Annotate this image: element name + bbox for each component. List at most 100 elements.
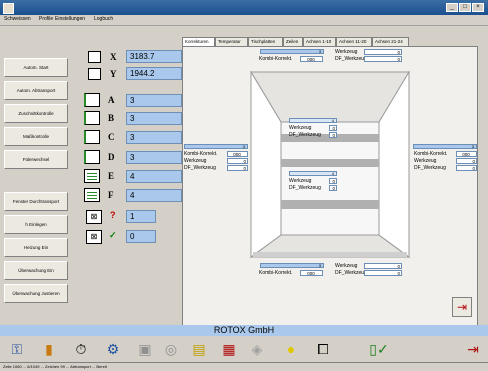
axis-d-indicator[interactable] <box>84 150 100 164</box>
menu-schweissen[interactable]: Schweissen <box>4 16 31 22</box>
fenster-durchtransport-button[interactable]: Fenster Durchtransport <box>4 192 68 211</box>
key-icon[interactable]: ⚿ <box>8 340 26 358</box>
right-df-label: DF_Werkzeug <box>414 165 446 171</box>
menu-profile[interactable]: Profile <box>39 16 53 22</box>
axis-b-label: B <box>108 113 115 123</box>
error-count-value: 1 <box>126 210 156 223</box>
axis-x-label: X <box>110 52 117 62</box>
center-bottom-df-value[interactable]: 0 <box>329 185 337 191</box>
axis-y-label: Y <box>110 69 117 79</box>
checklist-icon[interactable]: ▯✓ <box>368 340 390 358</box>
disk-icon[interactable]: ◎ <box>162 340 180 358</box>
ueberwachung-justieren-button[interactable]: Überwachung Justieren <box>4 284 68 303</box>
company-banner: ROTOX GmbH <box>0 325 488 336</box>
tab-temperatur[interactable]: Temperatur <box>215 37 248 46</box>
app-icon <box>3 3 14 14</box>
center-bottom-bar: 4 <box>289 171 337 176</box>
axis-e-label: E <box>108 171 115 181</box>
axis-e-value: 4 <box>126 170 182 183</box>
exit-door-icon[interactable]: ⇥ <box>452 297 472 317</box>
top-df-label: DF_Werkzeug <box>335 56 367 62</box>
menu-bar: Schweissen Profile Einstellungen Logbuch <box>0 15 488 26</box>
calculator-icon[interactable]: ▤ <box>190 340 208 358</box>
menu-logbuch[interactable]: Logbuch <box>94 16 113 22</box>
frame-icon[interactable]: ⧠ <box>314 340 332 358</box>
cube-icon[interactable]: ▣ <box>136 340 154 358</box>
left-kombi-value[interactable]: 000 <box>227 151 248 157</box>
left-correction-bar: 3 <box>184 144 248 149</box>
center-top-werkzeug-value[interactable]: 0 <box>329 125 337 131</box>
tab-achsen-11-20[interactable]: Achsen 11-20 <box>336 37 372 46</box>
stopwatch-icon[interactable]: ⏱ <box>72 340 90 358</box>
axis-c-value: 3 <box>126 131 182 144</box>
axis-d-label: D <box>108 152 115 162</box>
center-top-df-value[interactable]: 0 <box>329 132 337 138</box>
top-kombi-value[interactable]: 000 <box>300 56 323 62</box>
sidebar: Autom. Start Autom. Abtransport Zuschnit… <box>4 28 68 320</box>
heizung-ein-button[interactable]: Heizung Ein <box>4 238 68 257</box>
ueberwachung-ein-button[interactable]: Überwachung Ein <box>4 261 68 280</box>
axis-x-checkbox[interactable] <box>88 51 101 63</box>
center-bottom-werkzeug-value[interactable]: 0 <box>329 178 337 184</box>
axis-y-checkbox[interactable] <box>88 68 101 80</box>
right-kombi-value[interactable]: 000 <box>456 151 477 157</box>
corrections-panel: 3 Werkzeug 0 Kombi-Korrekt. 000 DF_Werkz… <box>182 46 478 326</box>
left-werkzeug-value[interactable]: 0 <box>227 158 248 164</box>
bottom-kombi-value[interactable]: 000 <box>300 270 323 276</box>
autom-abtransport-button[interactable]: Autom. Abtransport <box>4 81 68 100</box>
tab-zeilen[interactable]: Zeilen <box>283 37 303 46</box>
marker-icon[interactable]: ● <box>282 340 300 358</box>
einlegen-button[interactable]: h Einlegen <box>4 215 68 234</box>
bottom-df-value[interactable]: 0 <box>364 270 402 276</box>
ok-check-icon: ✓ <box>109 230 117 240</box>
chart-icon[interactable]: ▦ <box>220 340 238 358</box>
tool-icon[interactable]: ◈ <box>248 340 266 358</box>
right-werkzeug-value[interactable]: 0 <box>456 158 477 164</box>
top-werkzeug-label: Werkzeug <box>335 49 358 55</box>
tab-tischplatten[interactable]: Tischplatten <box>248 37 283 46</box>
title-bar: _ □ × <box>0 0 488 15</box>
menu-einstellungen[interactable]: Einstellungen <box>55 16 85 22</box>
left-df-value[interactable]: 0 <box>227 165 248 171</box>
minimize-button[interactable]: _ <box>446 3 458 12</box>
top-df-value[interactable]: 0 <box>364 56 402 62</box>
axis-c-label: C <box>108 132 115 142</box>
bottom-df-label: DF_Werkzeug <box>335 270 367 276</box>
left-kombi-label: Kombi-Korrekt. <box>184 151 218 157</box>
bottom-toolbar: ⚿ ▮ ⏱ ⚙ ▣ ◎ ▤ ▦ ◈ ● ⧠ ▯✓ ⇥ <box>0 336 488 362</box>
bottom-werkzeug-value[interactable]: 0 <box>364 263 402 269</box>
axis-a-value: 3 <box>126 94 182 107</box>
autom-start-button[interactable]: Autom. Start <box>4 58 68 77</box>
bottom-werkzeug-label: Werkzeug <box>335 263 358 269</box>
maximize-button[interactable]: □ <box>459 3 471 12</box>
axis-c-indicator[interactable] <box>84 130 100 144</box>
center-top-werkzeug-label: Werkzeug <box>289 125 312 131</box>
center-top-bar: 4 <box>289 118 337 123</box>
axis-a-indicator[interactable] <box>84 93 100 107</box>
center-bottom-werkzeug-label: Werkzeug <box>289 178 312 184</box>
axis-f-value: 4 <box>126 189 182 202</box>
tab-achsen-1-10[interactable]: Achsen 1-10 <box>303 37 336 46</box>
left-werkzeug-label: Werkzeug <box>184 158 207 164</box>
ok-counter-icon[interactable]: ⊠ <box>86 230 102 244</box>
axis-e-indicator[interactable] <box>84 169 100 183</box>
zuschnittkontrolle-button[interactable]: Zuschnittkontrolle <box>4 104 68 123</box>
exit-icon[interactable]: ⇥ <box>464 340 482 358</box>
axis-b-indicator[interactable] <box>84 111 100 125</box>
right-df-value[interactable]: 0 <box>456 165 477 171</box>
top-kombi-label: Kombi-Korrekt. <box>259 56 293 62</box>
axis-d-value: 3 <box>126 151 182 164</box>
fuelerwechsel-button[interactable]: Fülerwechsel <box>4 150 68 169</box>
error-counter-icon[interactable]: ⊠ <box>86 210 102 224</box>
axis-a-label: A <box>108 95 115 105</box>
wizard-icon[interactable]: ⚙ <box>104 340 122 358</box>
top-werkzeug-value[interactable]: 0 <box>364 49 402 55</box>
axis-f-indicator[interactable] <box>84 188 100 202</box>
center-top-df-label: DF_Werkzeug <box>289 132 321 138</box>
error-question-icon: ? <box>110 210 116 220</box>
tab-achsen-21-24[interactable]: Achsen 21-24 <box>372 37 409 46</box>
masskontrolle-button[interactable]: Maßkontrolle <box>4 127 68 146</box>
profile-icon[interactable]: ▮ <box>40 340 58 358</box>
center-bottom-df-label: DF_Werkzeug <box>289 185 321 191</box>
close-button[interactable]: × <box>472 3 484 12</box>
